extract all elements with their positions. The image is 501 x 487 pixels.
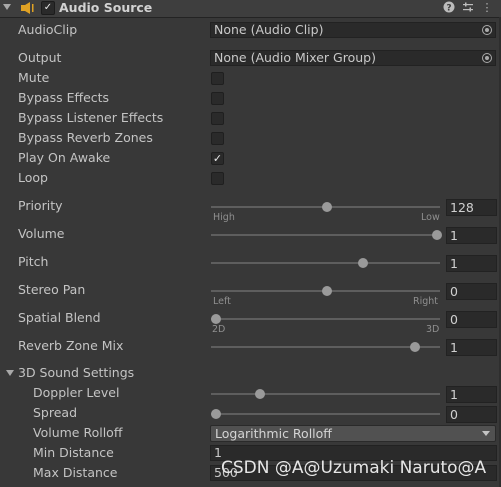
- svg-text:?: ?: [446, 4, 451, 14]
- component-header[interactable]: ✓ Audio Source ? ⋮: [0, 0, 501, 18]
- spatial-blend-min-label: 2D: [212, 324, 226, 335]
- priority-slider-thumb[interactable]: [321, 202, 332, 212]
- volume-input[interactable]: 1: [446, 227, 497, 244]
- doppler-level-slider-thumb[interactable]: [255, 389, 266, 399]
- bypass-reverb-zones-checkbox[interactable]: [211, 132, 224, 145]
- max-distance-label: Max Distance: [33, 465, 118, 480]
- object-picker-icon[interactable]: [482, 53, 492, 63]
- chevron-down-icon: [482, 431, 490, 436]
- pitch-label: Pitch: [18, 254, 49, 269]
- audio-clip-value: None (Audio Clip): [214, 22, 324, 37]
- output-field[interactable]: None (Audio Mixer Group): [210, 50, 496, 66]
- watermark-text: CSDN @A@Uzumaki Naruto@A: [221, 458, 487, 478]
- menu-icon[interactable]: ⋮: [480, 1, 494, 15]
- stereo-pan-min-label: Left: [213, 296, 231, 307]
- spatial-blend-slider-track[interactable]: [211, 318, 440, 320]
- speaker-icon: [21, 2, 34, 14]
- priority-input[interactable]: 128: [446, 199, 497, 216]
- component-title: Audio Source: [59, 0, 153, 15]
- bypass-reverb-zones-label: Bypass Reverb Zones: [18, 130, 153, 145]
- volume-slider-track[interactable]: [211, 234, 440, 236]
- spatial-blend-max-label: 3D: [426, 324, 440, 335]
- reverb-zone-mix-input[interactable]: 1: [446, 339, 497, 356]
- output-label: Output: [18, 50, 62, 65]
- priority-max-label: Low: [421, 212, 440, 223]
- stereo-pan-max-label: Right: [413, 296, 439, 307]
- component-enabled-checkbox[interactable]: ✓: [41, 1, 55, 15]
- stereo-pan-slider-thumb[interactable]: [321, 286, 332, 296]
- checkmark-icon: ✓: [212, 152, 223, 165]
- spread-slider-thumb[interactable]: [211, 409, 221, 419]
- mute-checkbox[interactable]: [211, 72, 224, 85]
- pitch-slider-track[interactable]: [211, 262, 440, 264]
- foldout-arrow-icon[interactable]: [6, 370, 14, 376]
- stereo-pan-input[interactable]: 0: [446, 283, 497, 300]
- reverb-zone-mix-label: Reverb Zone Mix: [18, 338, 124, 353]
- pitch-slider-thumb[interactable]: [358, 258, 369, 268]
- audio-clip-label: AudioClip: [18, 22, 78, 37]
- 3d-sound-settings-foldout[interactable]: 3D Sound Settings: [18, 365, 134, 380]
- stereo-pan-label: Stereo Pan: [18, 282, 86, 297]
- spread-input[interactable]: 0: [446, 406, 497, 423]
- spatial-blend-slider-thumb[interactable]: [211, 314, 221, 324]
- priority-label: Priority: [18, 198, 63, 213]
- loop-label: Loop: [18, 170, 48, 185]
- volume-slider-thumb[interactable]: [432, 230, 442, 240]
- output-value: None (Audio Mixer Group): [214, 50, 376, 65]
- volume-rolloff-value: Logarithmic Rolloff: [215, 426, 332, 441]
- audio-clip-field[interactable]: None (Audio Clip): [210, 22, 496, 38]
- doppler-level-input[interactable]: 1: [446, 386, 497, 403]
- help-icon[interactable]: ?: [442, 1, 456, 15]
- spread-label: Spread: [33, 405, 78, 420]
- doppler-level-label: Doppler Level: [33, 385, 120, 400]
- reverb-zone-mix-slider-track[interactable]: [211, 346, 440, 348]
- min-distance-label: Min Distance: [33, 445, 114, 460]
- bypass-effects-label: Bypass Effects: [18, 90, 110, 105]
- play-on-awake-label: Play On Awake: [18, 150, 111, 165]
- play-on-awake-checkbox[interactable]: ✓: [211, 152, 224, 165]
- doppler-level-slider-track[interactable]: [211, 393, 440, 395]
- spatial-blend-input[interactable]: 0: [446, 311, 497, 328]
- priority-min-label: High: [213, 212, 235, 223]
- volume-rolloff-label: Volume Rolloff: [33, 425, 123, 440]
- mute-label: Mute: [18, 70, 50, 85]
- volume-rolloff-dropdown[interactable]: Logarithmic Rolloff: [210, 425, 496, 442]
- pitch-input[interactable]: 1: [446, 255, 497, 272]
- bypass-listener-effects-checkbox[interactable]: [211, 112, 224, 125]
- reverb-zone-mix-slider-thumb[interactable]: [409, 342, 420, 352]
- object-picker-icon[interactable]: [482, 25, 492, 35]
- spatial-blend-label: Spatial Blend: [18, 310, 101, 325]
- bypass-effects-checkbox[interactable]: [211, 92, 224, 105]
- preset-icon[interactable]: [461, 1, 475, 15]
- volume-label: Volume: [18, 226, 65, 241]
- loop-checkbox[interactable]: [211, 172, 224, 185]
- bypass-listener-effects-label: Bypass Listener Effects: [18, 110, 164, 125]
- fold-arrow-icon[interactable]: [3, 4, 11, 10]
- spread-slider-track[interactable]: [211, 413, 440, 415]
